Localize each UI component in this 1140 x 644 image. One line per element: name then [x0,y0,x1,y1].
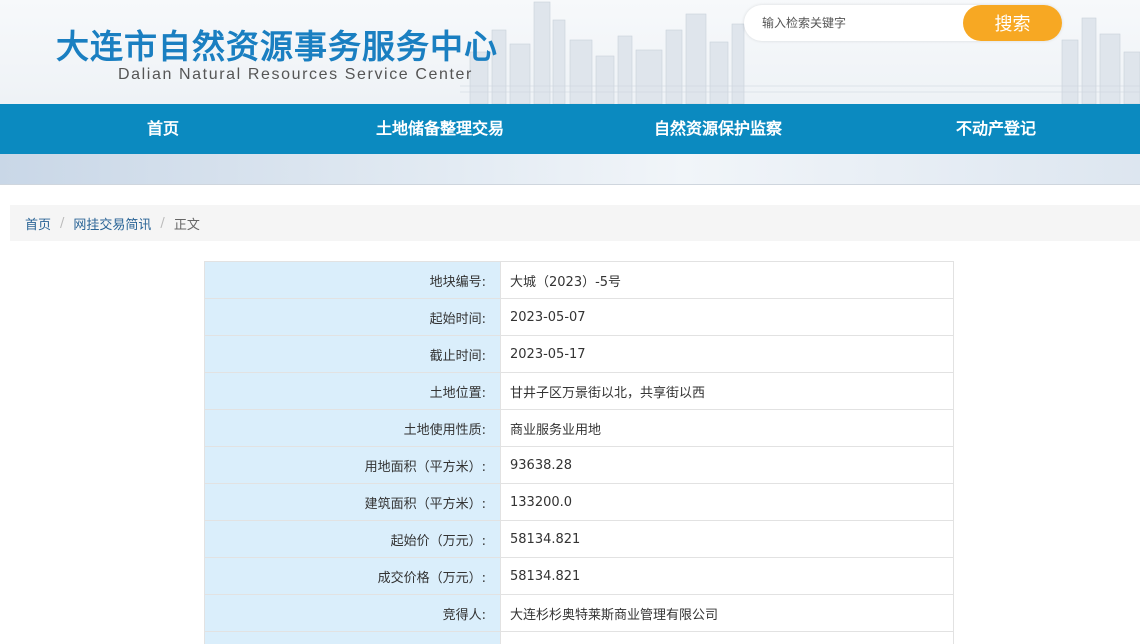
breadcrumb-current: 正文 [173,217,200,233]
row-value: 商业服务业用地 [500,409,954,447]
row-value: 93638.28 [500,446,954,484]
nav-item-resource-protection[interactable]: 自然资源保护监察 [554,104,882,154]
row-value: 甘井子区万景街以北，共享街以西 [500,372,954,410]
site-subtitle: Dalian Natural Resources Service Center [118,66,473,83]
table-row: 用地面积（平方米）: 93638.28 [204,446,954,484]
row-label: 土地位置: [204,372,501,410]
search-button[interactable]: 搜索 [963,5,1062,41]
table-row: 土地位置: 甘井子区万景街以北，共享街以西 [204,372,954,410]
nav-item-land-reserve[interactable]: 土地储备整理交易 [326,104,554,154]
table-row: 起始价（万元）: 58134.821 [204,520,954,558]
row-value: 133200.0 [500,483,954,521]
nav-item-real-estate[interactable]: 不动产登记 [882,104,1110,154]
site-title: 大连市自然资源事务服务中心 [56,27,498,66]
main-nav: 首页 土地储备整理交易 自然资源保护监察 不动产登记 [0,104,1140,154]
search-box: 搜索 [744,5,1062,41]
row-value: 58134.821 [500,520,954,558]
row-label: 建筑面积（平方米）: [204,483,501,521]
row-label: 竞得人: [204,594,501,632]
row-value [500,631,954,644]
row-label: 用地面积（平方米）: [204,446,501,484]
table-row: 地块编号: 大城（2023）-5号 [204,261,954,299]
breadcrumb-separator: / [60,215,65,231]
row-value: 大城（2023）-5号 [500,261,954,299]
table-row [204,631,954,644]
row-value: 大连杉杉奥特莱斯商业管理有限公司 [500,594,954,632]
breadcrumb: 首页 / 网挂交易简讯 / 正文 [10,205,1140,241]
breadcrumb-separator: / [160,215,165,231]
nav-item-home[interactable]: 首页 [0,104,326,154]
table-row: 土地使用性质: 商业服务业用地 [204,409,954,447]
site-header: 大连市自然资源事务服务中心 Dalian Natural Resources S… [0,0,1140,104]
table-row: 截止时间: 2023-05-17 [204,335,954,373]
land-detail-table: 地块编号: 大城（2023）-5号 起始时间: 2023-05-07 截止时间:… [204,261,954,644]
table-row: 建筑面积（平方米）: 133200.0 [204,483,954,521]
row-label: 截止时间: [204,335,501,373]
row-value: 2023-05-17 [500,335,954,373]
row-label: 土地使用性质: [204,409,501,447]
row-value: 58134.821 [500,557,954,595]
table-row: 成交价格（万元）: 58134.821 [204,557,954,595]
breadcrumb-home[interactable]: 首页 [25,214,51,233]
banner-strip [0,154,1140,185]
table-row: 起始时间: 2023-05-07 [204,298,954,336]
table-row: 竞得人: 大连杉杉奥特莱斯商业管理有限公司 [204,594,954,632]
row-label [204,631,501,644]
search-input[interactable] [762,5,952,41]
row-label: 地块编号: [204,261,501,299]
breadcrumb-section[interactable]: 网挂交易简讯 [73,214,151,233]
row-label: 起始时间: [204,298,501,336]
row-value: 2023-05-07 [500,298,954,336]
row-label: 起始价（万元）: [204,520,501,558]
row-label: 成交价格（万元）: [204,557,501,595]
